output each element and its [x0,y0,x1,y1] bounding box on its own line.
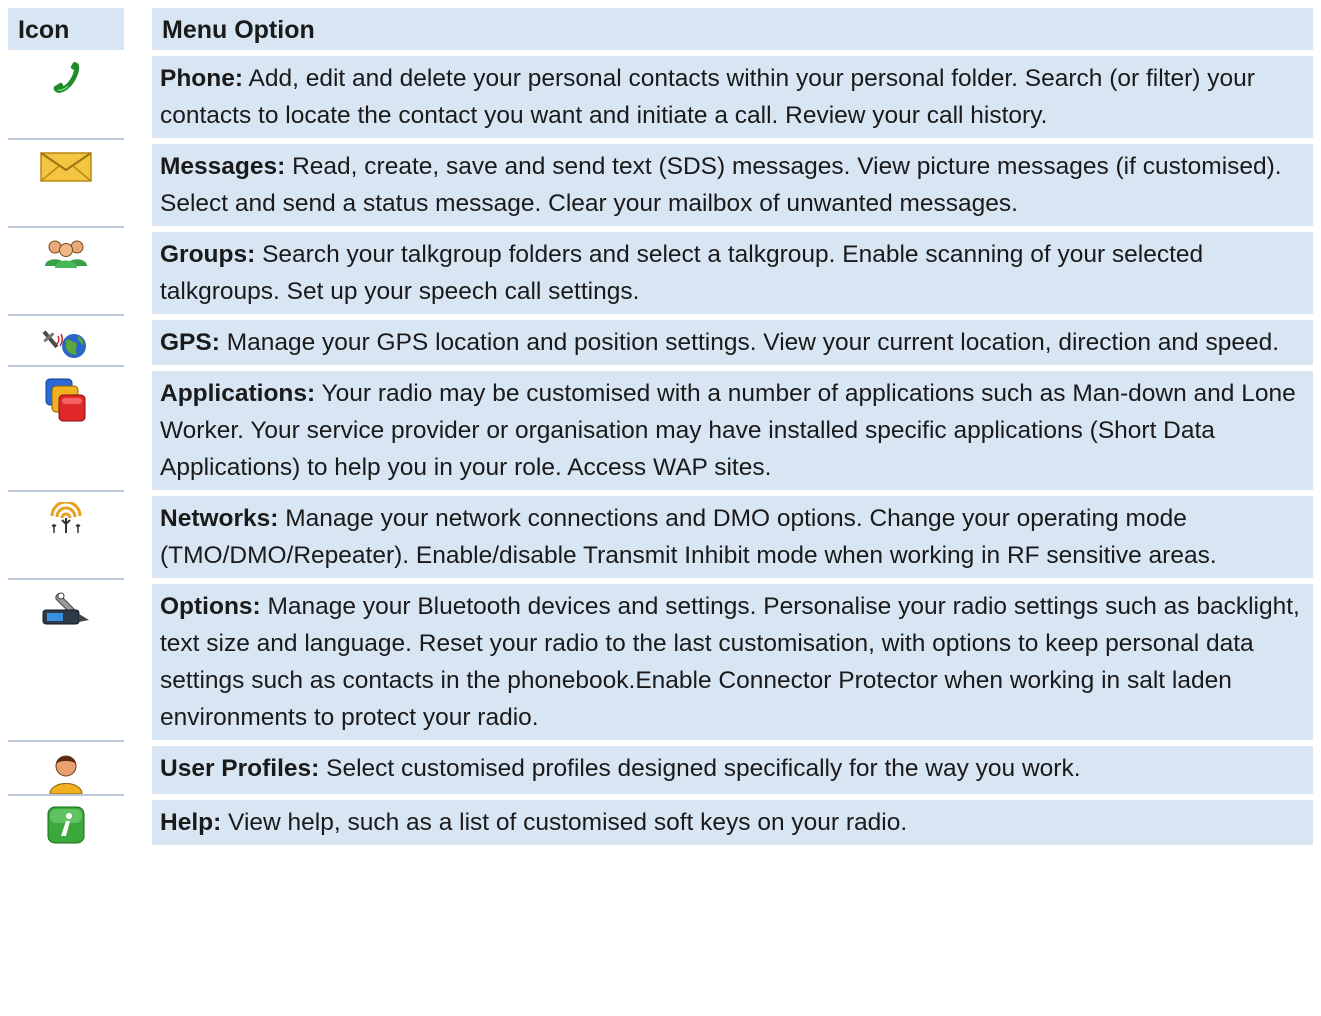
table-row-networks: Networks: Manage your network connection… [8,496,1313,578]
option-title: Groups: [160,241,256,268]
phone-handset-icon [53,62,80,93]
option-title: Networks: [160,505,279,532]
table-row-user-profiles: User Profiles: Select customised profile… [8,746,1313,794]
network-antenna-icon [50,502,82,533]
option-title: Phone: [160,65,244,92]
option-description: Read, create, save and send text (SDS) m… [160,153,1282,217]
wrench-radio-icon [42,592,89,625]
option-description: Search your talkgroup folders and select… [160,241,1204,305]
satellite-globe-icon [42,330,86,358]
option-description: Manage your network connections and DMO … [160,505,1217,569]
menu-options-table: Icon Menu Option Phone: Add, edit and de… [8,8,1313,845]
user-profile-icon [49,755,83,794]
option-title: User Profiles: [160,755,320,782]
option-title: GPS: [160,329,220,356]
table-header-row: Icon Menu Option [8,8,1313,50]
option-description: View help, such as a list of customised … [221,809,908,836]
table-row-applications: Applications: Your radio may be customis… [8,371,1313,490]
table-row-messages: Messages: Read, create, save and send te… [8,144,1313,226]
table-row-gps: GPS: Manage your GPS location and positi… [8,320,1313,365]
table-row-phone: Phone: Add, edit and delete your persona… [8,56,1313,138]
envelope-icon [40,152,92,182]
table-row-groups: Groups: Search your talkgroup folders an… [8,232,1313,314]
option-title: Options: [160,593,261,620]
option-title: Messages: [160,153,286,180]
applications-squares-icon [45,378,86,422]
option-description: Select customised profiles designed spec… [319,755,1081,782]
option-description: Add, edit and delete your personal conta… [160,65,1255,129]
table-row-options: Options: Manage your Bluetooth devices a… [8,584,1313,740]
option-description: Manage your Bluetooth devices and settin… [160,593,1300,731]
help-info-icon [47,806,85,844]
header-menu-option: Menu Option [152,8,1313,50]
people-group-icon [45,240,87,268]
option-description: Manage your GPS location and position se… [219,329,1280,356]
option-description: Your radio may be customised with a numb… [160,380,1296,481]
option-title: Applications: [160,380,316,407]
option-title: Help: [160,809,222,836]
header-icon: Icon [8,8,124,50]
table-row-help: Help: View help, such as a list of custo… [8,800,1313,845]
